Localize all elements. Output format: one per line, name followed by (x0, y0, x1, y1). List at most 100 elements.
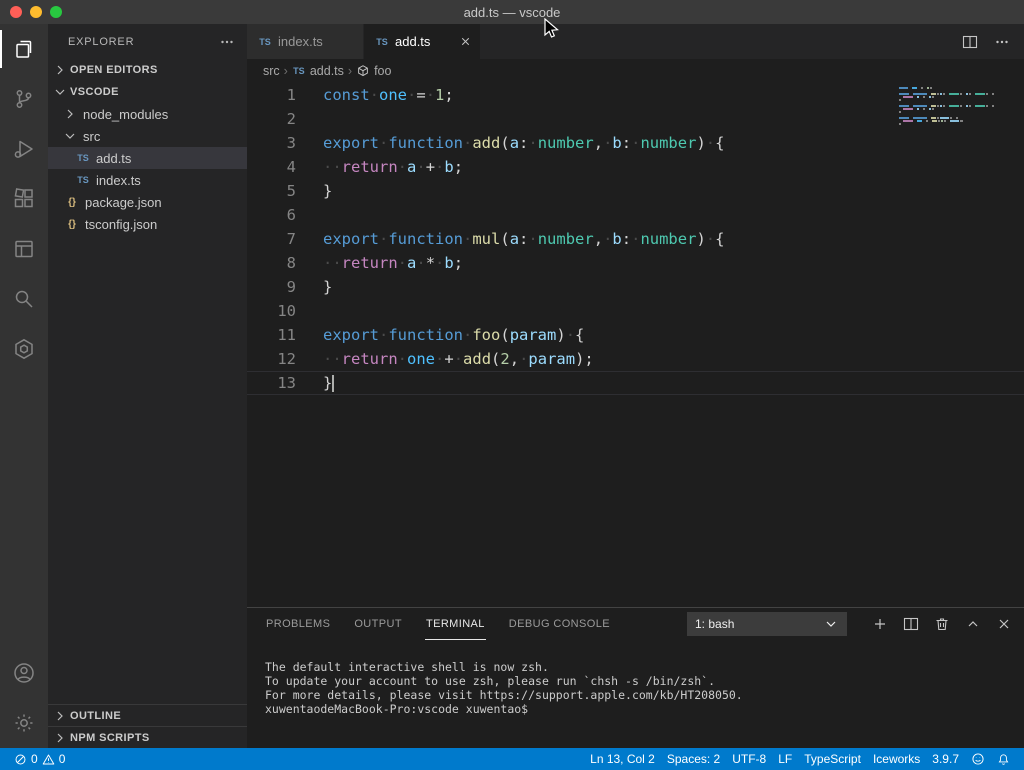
sidebar-bottom-sections: OUTLINE NPM SCRIPTS (48, 704, 247, 748)
line-number: 1 (247, 83, 296, 107)
settings-gear-icon[interactable] (0, 698, 48, 748)
activity-bar (0, 24, 48, 748)
panel-tab-problems[interactable]: PROBLEMS (265, 608, 331, 640)
encoding[interactable]: UTF-8 (726, 748, 772, 770)
terminal-selector[interactable]: 1: bash (687, 612, 847, 636)
kill-terminal-icon[interactable] (934, 616, 950, 632)
zoom-window-button[interactable] (50, 6, 62, 18)
code-line-12[interactable]: 12··return·one·+·add(2,·param); (247, 347, 1024, 371)
split-terminal-icon[interactable] (903, 616, 919, 632)
chevron-down-icon (823, 616, 839, 632)
minimize-window-button[interactable] (30, 6, 42, 18)
close-tab-icon[interactable] (456, 35, 474, 48)
line-number: 11 (247, 323, 296, 347)
code-line-5[interactable]: 5} (247, 179, 1024, 203)
tree-item-index.ts[interactable]: TSindex.ts (48, 169, 247, 191)
breadcrumb-separator: › (348, 64, 352, 78)
indentation[interactable]: Spaces: 2 (661, 748, 726, 770)
line-number: 2 (247, 107, 296, 131)
close-panel-icon[interactable] (996, 616, 1012, 632)
chevron-right-icon (62, 106, 78, 122)
typescript-file-icon: TS (257, 37, 273, 47)
panel-tab-output[interactable]: OUTPUT (353, 608, 403, 640)
breadcrumb-label: add.ts (310, 64, 344, 78)
eol[interactable]: LF (772, 748, 798, 770)
warning-icon (42, 753, 55, 766)
bottom-panel: PROBLEMS OUTPUT TERMINAL DEBUG CONSOLE 1: b… (247, 607, 1024, 748)
typescript-file-icon: TS (292, 66, 306, 76)
breadcrumb-item-add.ts[interactable]: TS add.ts (292, 64, 344, 78)
code-line-4[interactable]: 4··return·a·+·b; (247, 155, 1024, 179)
section-npm-scripts[interactable]: NPM SCRIPTS (48, 726, 247, 748)
explorer-icon[interactable] (0, 24, 48, 74)
breadcrumb-label: src (263, 64, 280, 78)
source-control-icon[interactable] (0, 74, 48, 124)
terminal-line: For more details, please visit https://s… (265, 688, 1024, 702)
tree-item-label: node_modules (83, 107, 168, 122)
workspace-section[interactable]: VSCODE (48, 81, 247, 103)
close-window-button[interactable] (10, 6, 22, 18)
iceworks-icon[interactable] (0, 324, 48, 374)
open-editors-section[interactable]: OPEN EDITORS (48, 59, 247, 81)
tree-item-package.json[interactable]: {} package.json (48, 191, 247, 213)
tree-item-node_modules[interactable]: node_modules (48, 103, 247, 125)
notebook-icon[interactable] (0, 224, 48, 274)
terminal-output[interactable]: The default interactive shell is now zsh… (247, 640, 1024, 748)
chevron-down-icon (52, 84, 68, 100)
tab-index.ts[interactable]: TSindex.ts (247, 24, 364, 59)
code-line-7[interactable]: 7export·function·mul(a:·number,·b:·numbe… (247, 227, 1024, 251)
extensions-icon[interactable] (0, 174, 48, 224)
new-terminal-icon[interactable] (872, 616, 888, 632)
code-line-3[interactable]: 3export·function·add(a:·number,·b:·numbe… (247, 131, 1024, 155)
panel-tab-terminal[interactable]: TERMINAL (425, 608, 486, 640)
code-line-8[interactable]: 8··return·a·*·b; (247, 251, 1024, 275)
feedback-button[interactable] (965, 748, 991, 770)
code-line-9[interactable]: 9} (247, 275, 1024, 299)
minimap[interactable] (899, 87, 994, 126)
status-right-items: Ln 13, Col 2Spaces: 2UTF-8LFTypeScriptIc… (584, 748, 965, 770)
editor-more-actions-icon[interactable] (994, 34, 1010, 50)
sidebar-title: EXPLORER (68, 36, 134, 48)
section-outline[interactable]: OUTLINE (48, 704, 247, 726)
breadcrumb-item-foo[interactable]: foo (356, 64, 391, 78)
search-icon[interactable] (0, 274, 48, 324)
line-number: 8 (247, 251, 296, 275)
split-editor-icon[interactable] (962, 34, 978, 50)
terminal-line: To update your account to use zsh, pleas… (265, 674, 1024, 688)
run-debug-icon[interactable] (0, 124, 48, 174)
code-line-10[interactable]: 10 (247, 299, 1024, 323)
more-actions-icon[interactable] (219, 34, 235, 50)
cursor-position[interactable]: Ln 13, Col 2 (584, 748, 661, 770)
code-line-6[interactable]: 6 (247, 203, 1024, 227)
tab-add.ts[interactable]: TSadd.ts (364, 24, 481, 59)
tab-bar: TSindex.tsTSadd.ts (247, 24, 1024, 59)
accounts-icon[interactable] (0, 648, 48, 698)
line-number: 4 (247, 155, 296, 179)
line-number: 7 (247, 227, 296, 251)
tree-item-add.ts[interactable]: TSadd.ts (48, 147, 247, 169)
tree-item-label: package.json (85, 195, 162, 210)
json-file-icon: {} (64, 197, 80, 208)
notifications-button[interactable] (991, 748, 1016, 770)
explorer-sidebar: EXPLORER OPEN EDITORS VSCODE node_module… (48, 24, 247, 748)
code-line-13[interactable]: 13} (247, 371, 1024, 395)
code-line-11[interactable]: 11export·function·foo(param)·{ (247, 323, 1024, 347)
tree-item-src[interactable]: src (48, 125, 247, 147)
line-number: 3 (247, 131, 296, 155)
error-icon (14, 753, 27, 766)
tree-item-tsconfig.json[interactable]: {}tsconfig.json (48, 213, 247, 235)
ts-version[interactable]: 3.9.7 (926, 748, 965, 770)
language-mode[interactable]: TypeScript (798, 748, 867, 770)
section-label: NPM SCRIPTS (70, 732, 150, 744)
panel-tabs: PROBLEMS OUTPUT TERMINAL DEBUG CONSOLE (265, 608, 611, 640)
editor[interactable]: 1const·one·=·1;23export·function·add(a:·… (247, 83, 1024, 607)
open-editors-label: OPEN EDITORS (70, 64, 158, 76)
panel-tab-debug-console[interactable]: DEBUG CONSOLE (508, 608, 611, 640)
problems-indicator[interactable]: 0 0 (8, 748, 71, 770)
title-bar[interactable]: add.ts — vscode (0, 0, 1024, 24)
feedback-smiley-icon (971, 752, 985, 766)
activity-bar-top (0, 24, 48, 374)
iceworks[interactable]: Iceworks (867, 748, 926, 770)
maximize-panel-icon[interactable] (965, 616, 981, 632)
breadcrumb-item-src[interactable]: src (263, 64, 280, 78)
